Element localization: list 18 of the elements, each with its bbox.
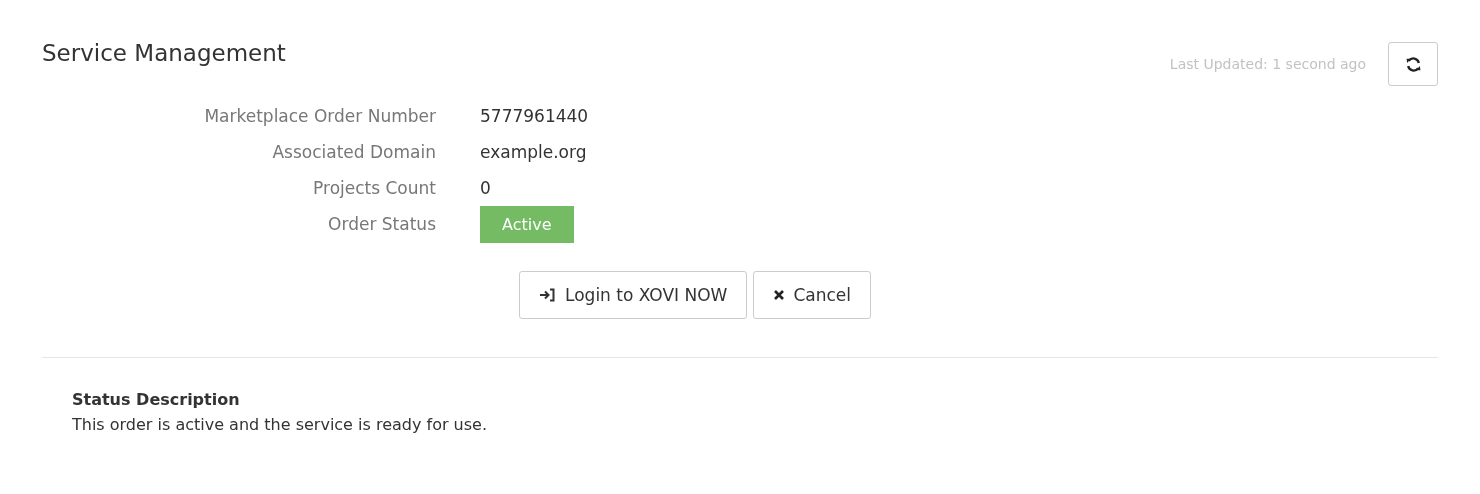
refresh-button[interactable] <box>1388 42 1438 86</box>
field-label: Order Status <box>327 213 436 236</box>
login-button[interactable]: Login to XOVI NOW <box>519 271 748 319</box>
refresh-icon <box>1404 55 1422 73</box>
page-title: Service Management <box>42 40 286 66</box>
status-description-title: Status Description <box>72 390 241 409</box>
field-value: example.org <box>480 141 587 164</box>
field-value: 5777961440 <box>480 105 589 128</box>
last-updated-text: Last Updated: 1 second ago <box>1169 56 1366 72</box>
field-label: Marketplace Order Number <box>203 105 436 128</box>
sign-in-icon <box>539 288 558 302</box>
field-label: Associated Domain <box>271 141 436 164</box>
close-icon <box>773 289 786 301</box>
field-label: Projects Count <box>312 177 436 200</box>
field-value: 0 <box>480 177 491 200</box>
cancel-button[interactable]: Cancel <box>753 271 871 319</box>
status-description-text: This order is active and the service is ready for use. <box>72 415 488 434</box>
status-badge: Active <box>480 206 574 243</box>
